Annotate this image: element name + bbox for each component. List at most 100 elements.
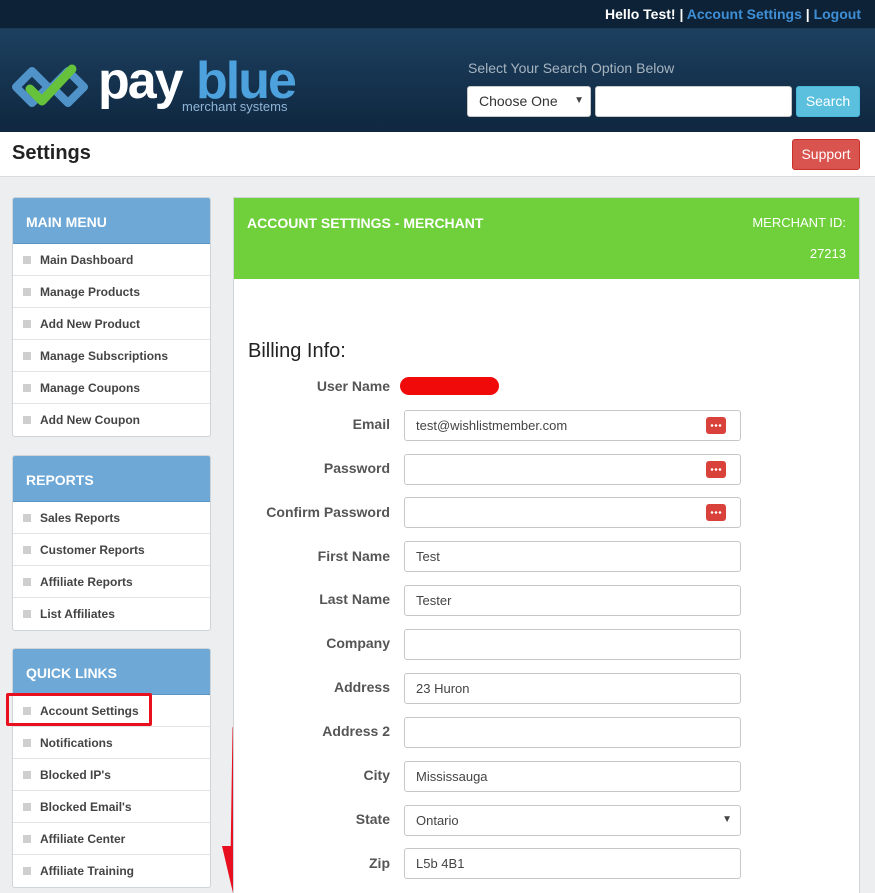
address2-label: Address 2 xyxy=(322,723,390,739)
merchant-id-value: 27213 xyxy=(809,246,846,261)
sidebar-item-customer-reports[interactable]: Customer Reports xyxy=(13,534,210,566)
quick-links-heading: QUICK LINKS xyxy=(13,649,210,695)
company-field[interactable] xyxy=(404,629,741,660)
email-label: Email xyxy=(352,416,390,432)
separator: | xyxy=(679,6,684,22)
email-value: test@wishlistmember.com xyxy=(416,418,568,433)
sidebar-item-label: Manage Coupons xyxy=(40,381,141,395)
sidebar-item-label: List Affiliates xyxy=(40,607,115,621)
company-label: Company xyxy=(326,635,390,651)
last-name-field[interactable]: Tester xyxy=(404,585,741,616)
sidebar-item-notifications[interactable]: Notifications xyxy=(13,727,210,759)
sidebar-item-label: Manage Subscriptions xyxy=(40,349,169,363)
square-bullet-icon xyxy=(23,256,31,264)
sidebar-item-affiliate-reports[interactable]: Affiliate Reports xyxy=(13,566,210,598)
sidebar-item-label: Main Dashboard xyxy=(40,253,134,267)
search-hint: Select Your Search Option Below xyxy=(468,60,675,76)
square-bullet-icon xyxy=(23,288,31,296)
merchant-id-label: MERCHANT ID: xyxy=(752,215,846,230)
sidebar-item-label: Notifications xyxy=(40,736,113,750)
square-bullet-icon xyxy=(23,739,31,747)
payblue-logo-icon[interactable] xyxy=(12,61,92,111)
sidebar-item-label: Blocked Email's xyxy=(40,800,132,814)
sidebar-item-affiliate-training[interactable]: Affiliate Training xyxy=(13,855,210,887)
account-settings-header: ACCOUNT SETTINGS - MERCHANT MERCHANT ID:… xyxy=(234,198,859,279)
sidebar-item-label: Affiliate Reports xyxy=(40,575,133,589)
sidebar-item-label: Customer Reports xyxy=(40,543,145,557)
password-label: Password xyxy=(323,460,390,476)
annotation-highlight-box xyxy=(6,693,152,726)
last-name-label: Last Name xyxy=(319,591,390,607)
chevron-down-icon: ▼ xyxy=(722,814,732,825)
sidebar-item-main-dashboard[interactable]: Main Dashboard xyxy=(13,244,210,276)
square-bullet-icon xyxy=(23,514,31,522)
sidebar-item-sales-reports[interactable]: Sales Reports xyxy=(13,502,210,534)
sidebar-item-label: Add New Product xyxy=(40,317,141,331)
confirm-password-field[interactable] xyxy=(404,497,741,528)
sidebar-item-blocked-ips[interactable]: Blocked IP's xyxy=(13,759,210,791)
sidebar-item-label: Manage Products xyxy=(40,285,141,299)
header: pay blue merchant systems Select Your Se… xyxy=(0,29,875,132)
user-name-label: User Name xyxy=(316,378,390,394)
sidebar-item-manage-products[interactable]: Manage Products xyxy=(13,276,210,308)
user-links: Hello Test! | Account Settings | Logout xyxy=(605,6,861,22)
email-field[interactable]: test@wishlistmember.com xyxy=(404,410,741,441)
address2-field[interactable] xyxy=(404,717,741,748)
search-input[interactable] xyxy=(595,86,792,117)
city-label: City xyxy=(363,767,390,783)
zip-field[interactable]: L5b 4B1 xyxy=(404,848,741,879)
redacted-user-name xyxy=(400,377,499,395)
square-bullet-icon xyxy=(23,835,31,843)
sidebar-item-label: Add New Coupon xyxy=(40,413,140,427)
state-label: State xyxy=(355,811,390,827)
sidebar-item-manage-coupons[interactable]: Manage Coupons xyxy=(13,372,210,404)
password-manager-icon[interactable] xyxy=(706,504,726,521)
sidebar-item-label: Affiliate Training xyxy=(40,864,135,878)
sidebar-item-label: Blocked IP's xyxy=(40,768,111,782)
panel-title: ACCOUNT SETTINGS - MERCHANT xyxy=(247,215,484,231)
settings-bar: Settings Support xyxy=(0,132,875,177)
logo-text-pay: pay xyxy=(98,52,184,110)
state-value: Ontario xyxy=(416,813,459,828)
support-button[interactable]: Support xyxy=(792,139,860,170)
sidebar-item-add-new-coupon[interactable]: Add New Coupon xyxy=(13,404,210,436)
first-name-label: First Name xyxy=(317,548,390,564)
logo-subtitle: merchant systems xyxy=(182,99,288,114)
greeting: Hello Test! xyxy=(605,6,676,22)
page-title: Settings xyxy=(12,142,91,164)
sidebar-item-add-new-product[interactable]: Add New Product xyxy=(13,308,210,340)
account-settings-link[interactable]: Account Settings xyxy=(687,6,802,22)
square-bullet-icon xyxy=(23,803,31,811)
sidebar-item-label: Affiliate Center xyxy=(40,832,126,846)
zip-label: Zip xyxy=(369,855,390,871)
square-bullet-icon xyxy=(23,320,31,328)
first-name-field[interactable]: Test xyxy=(404,541,741,572)
square-bullet-icon xyxy=(23,610,31,618)
sidebar-item-manage-subscriptions[interactable]: Manage Subscriptions xyxy=(13,340,210,372)
password-manager-icon[interactable] xyxy=(706,461,726,478)
square-bullet-icon xyxy=(23,867,31,875)
search-option-select[interactable]: Choose One ▼ xyxy=(467,86,591,117)
state-select[interactable]: Ontario ▼ xyxy=(404,805,741,836)
separator: | xyxy=(805,6,810,22)
sidebar-item-blocked-emails[interactable]: Blocked Email's xyxy=(13,791,210,823)
top-bar: Hello Test! | Account Settings | Logout xyxy=(0,0,875,29)
main-menu-heading: MAIN MENU xyxy=(13,198,210,244)
password-field[interactable] xyxy=(404,454,741,485)
square-bullet-icon xyxy=(23,384,31,392)
square-bullet-icon xyxy=(23,352,31,360)
sidebar-item-affiliate-center[interactable]: Affiliate Center xyxy=(13,823,210,855)
search-button[interactable]: Search xyxy=(796,86,860,117)
square-bullet-icon xyxy=(23,416,31,424)
sidebar-item-list-affiliates[interactable]: List Affiliates xyxy=(13,598,210,630)
search-select-value: Choose One xyxy=(479,93,558,109)
reports-heading: REPORTS xyxy=(13,456,210,502)
square-bullet-icon xyxy=(23,546,31,554)
logout-link[interactable]: Logout xyxy=(814,6,861,22)
password-manager-icon[interactable] xyxy=(706,417,726,434)
address-field[interactable]: 23 Huron xyxy=(404,673,741,704)
sidebar-item-label: Sales Reports xyxy=(40,511,121,525)
city-field[interactable]: Mississauga xyxy=(404,761,741,792)
confirm-password-label: Confirm Password xyxy=(266,504,390,520)
billing-info-heading: Billing Info: xyxy=(248,340,346,362)
